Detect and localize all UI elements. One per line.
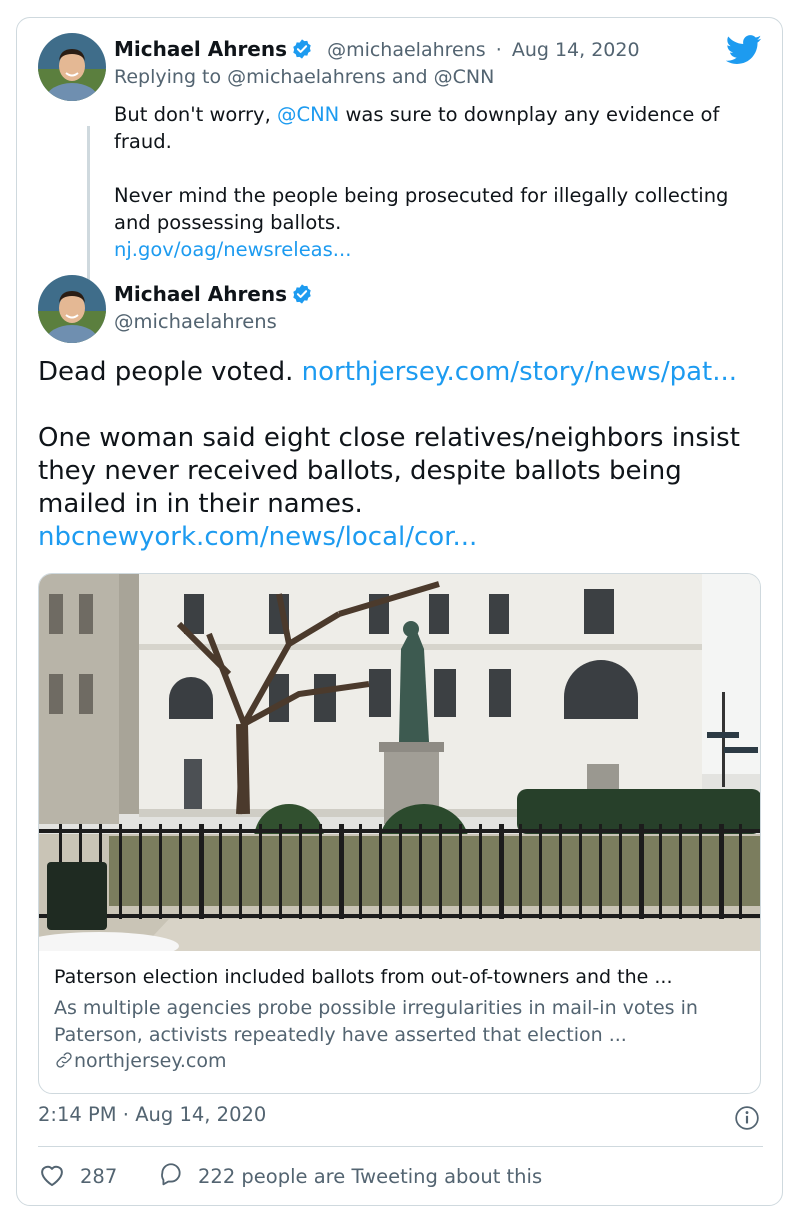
tweet-timestamp[interactable]: 2:14 PM · Aug 14, 2020: [38, 1103, 266, 1126]
heart-icon[interactable]: [38, 1161, 66, 1192]
link-card-domain: northjersey.com: [54, 1050, 227, 1075]
verified-badge-icon: [291, 283, 313, 309]
mention-link[interactable]: @CNN: [277, 103, 339, 126]
twitter-bird-icon[interactable]: [725, 35, 762, 69]
reply-link[interactable]: nj.gov/oag/newsreleas...: [114, 236, 754, 263]
tweet-embed-card: Michael Ahrens @michaelahrens · Aug 14, …: [16, 17, 783, 1206]
tweet-date[interactable]: Aug 14, 2020: [512, 39, 640, 61]
like-action[interactable]: 287: [38, 1161, 117, 1192]
article-link[interactable]: northjersey.com/story/news/pat...: [302, 357, 737, 387]
divider: [38, 1146, 763, 1147]
replying-to: Replying to @michaelahrens and @CNN: [114, 66, 494, 88]
main-paragraph: One woman said eight close relatives/nei…: [38, 423, 740, 519]
author-name[interactable]: Michael Ahrens: [114, 37, 287, 61]
reply-header: Michael Ahrens @michaelahrens · Aug 14, …: [114, 37, 640, 65]
article-link[interactable]: nbcnewyork.com/news/local/cor...: [38, 521, 763, 554]
like-count: 287: [80, 1165, 118, 1188]
avatar[interactable]: [38, 275, 106, 343]
link-preview-card[interactable]: Paterson election included ballots from …: [38, 573, 761, 1094]
verified-badge-icon: [291, 38, 313, 65]
separator: ·: [122, 1103, 129, 1126]
replying-user[interactable]: @michaelahrens: [227, 66, 386, 88]
info-icon[interactable]: [734, 1105, 760, 1135]
main-paragraph: Dead people voted. northjersey.com/story…: [38, 356, 763, 389]
main-author: Michael Ahrens: [114, 282, 313, 309]
handle[interactable]: @michaelahrens: [114, 310, 277, 333]
replying-prefix: Replying to: [114, 66, 222, 88]
tweeting-about-text: 222 people are Tweeting about this: [198, 1165, 543, 1188]
main-tweet-text: Dead people voted. northjersey.com/story…: [38, 356, 763, 554]
link-card-title[interactable]: Paterson election included ballots from …: [54, 966, 672, 988]
link-chain-icon: [54, 1050, 74, 1075]
separator: ·: [495, 39, 502, 61]
author-name[interactable]: Michael Ahrens: [114, 282, 287, 306]
link-card-description: As multiple agencies probe possible irre…: [54, 997, 698, 1046]
text-segment: But don't worry,: [114, 103, 271, 126]
preview-image[interactable]: [39, 574, 760, 960]
reply-paragraph: Never mind the people being prosecuted f…: [114, 184, 729, 234]
avatar[interactable]: [38, 33, 106, 101]
speech-bubble-icon[interactable]: [158, 1161, 184, 1192]
handle[interactable]: @michaelahrens: [327, 39, 486, 61]
replying-and: and: [391, 66, 428, 88]
domain-text: northjersey.com: [74, 1050, 227, 1072]
time[interactable]: 2:14 PM: [38, 1103, 117, 1126]
date[interactable]: Aug 14, 2020: [135, 1103, 266, 1126]
reply-paragraph: But don't worry, @CNN was sure to downpl…: [114, 101, 754, 155]
replying-user[interactable]: @CNN: [434, 66, 495, 88]
tweeting-about-action[interactable]: 222 people are Tweeting about this: [158, 1161, 542, 1192]
thread-line: [87, 126, 90, 286]
reply-tweet-text: But don't worry, @CNN was sure to downpl…: [114, 101, 754, 263]
text-segment: Dead people voted.: [38, 357, 294, 387]
